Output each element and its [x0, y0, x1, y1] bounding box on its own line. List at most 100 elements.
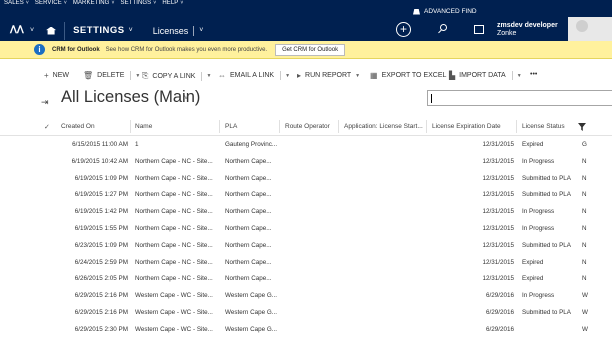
cell-truncated: N — [582, 225, 587, 232]
table-row[interactable]: 6/23/2015 1:09 PM Northern Cape - NC - Si… — [0, 238, 612, 255]
chevron-down-icon[interactable]: ▼ — [206, 73, 211, 79]
export-excel-button[interactable]: ▦ EXPORT TO EXCEL — [370, 71, 446, 80]
cell-name[interactable]: Northern Cape - NC - Site... — [135, 191, 213, 198]
cell-name[interactable]: Western Cape - WC - Site... — [135, 309, 213, 316]
avatar[interactable] — [568, 17, 612, 41]
table-row[interactable]: 6/26/2015 2:05 PM Northern Cape - NC - Si… — [0, 271, 612, 288]
create-plus-icon[interactable]: + — [396, 22, 411, 37]
user-info[interactable]: zmsdev developer Zonke — [497, 22, 558, 37]
import-data-button[interactable]: ▙ IMPORT DATA ▼ — [449, 71, 522, 80]
more-commands-button[interactable]: ••• — [530, 71, 537, 78]
cell-pla[interactable]: Northern Cape... — [225, 225, 272, 232]
chevron-down-icon[interactable]: ▼ — [517, 73, 522, 79]
delete-button[interactable]: 🗑 DELETE ▼ — [83, 71, 140, 80]
column-header[interactable]: Route Operator — [285, 123, 330, 130]
cell-pla[interactable]: Northern Cape... — [225, 208, 272, 215]
dynamics-logo-icon[interactable]: ᐱᐱ — [10, 25, 26, 36]
filter-icon[interactable] — [578, 123, 586, 131]
table-row[interactable]: 6/19/2015 1:55 PM Northern Cape - NC - Si… — [0, 221, 612, 238]
cell-pla[interactable]: Northern Cape... — [225, 259, 272, 266]
run-report-button[interactable]: ▸ RUN REPORT ▼ — [297, 71, 360, 80]
cell-pla[interactable]: Northern Cape... — [225, 275, 272, 282]
table-row[interactable]: 6/19/2015 10:42 AM Northern Cape - NC - S… — [0, 154, 612, 171]
chevron-down-icon[interactable]: ▼ — [355, 73, 360, 79]
divider — [193, 25, 195, 36]
menu-help[interactable]: HELP — [162, 0, 178, 14]
cell-truncated: N — [582, 157, 587, 165]
table-row[interactable]: 6/19/2015 1:42 PM Northern Cape - NC - Si… — [0, 204, 612, 221]
table-row[interactable]: 6/29/2015 2:16 PM Western Cape - WC - Sit… — [0, 305, 612, 322]
view-title[interactable]: All Licenses (Main) — [61, 88, 200, 107]
cell-pla[interactable]: Western Cape G... — [225, 309, 277, 316]
cell-pla[interactable]: Northern Cape... — [225, 158, 272, 165]
link-icon: ⇔ — [218, 71, 226, 80]
search-input[interactable] — [427, 90, 612, 106]
cell-truncated: W — [582, 292, 588, 300]
copy-icon: ⎘ — [142, 71, 149, 80]
email-link-button[interactable]: ⇔ EMAIL A LINK ▼ — [218, 71, 290, 80]
cell-name[interactable]: Western Cape - WC - Site... — [135, 326, 213, 333]
table-row[interactable]: 6/15/2015 11:00 AM 1 Gauteng Provinc... 12/… — [0, 137, 612, 154]
organization-name: Zonke — [497, 30, 517, 37]
cell-expiration-date: 6/29/2016 — [485, 325, 514, 333]
cell-pla[interactable]: Western Cape G... — [225, 292, 277, 299]
cell-expiration-date: 12/31/2015 — [482, 208, 514, 216]
chevron-down-icon: ˅ — [63, 0, 67, 6]
new-button[interactable]: + NEW — [44, 71, 69, 80]
chevron-down-icon[interactable]: ▼ — [135, 73, 140, 79]
menu-marketing[interactable]: MARKETING — [73, 0, 110, 14]
chevron-down-icon[interactable]: ˅ — [30, 27, 34, 34]
column-header[interactable]: Created On — [61, 123, 95, 130]
column-header[interactable]: Name — [135, 123, 152, 130]
table-row[interactable]: 6/24/2015 2:59 PM Northern Cape - NC - Si… — [0, 255, 612, 272]
breadcrumb-entity[interactable]: Licenses — [153, 26, 189, 36]
cell-name[interactable]: Northern Cape - NC - Site... — [135, 208, 213, 215]
copy-link-button[interactable]: ⎘ COPY A LINK ▼ — [142, 71, 211, 81]
cell-pla[interactable]: Northern Cape... — [225, 175, 272, 182]
menu-settings[interactable]: SETTINGS — [120, 0, 151, 14]
cell-name[interactable]: Northern Cape - NC - Site... — [135, 158, 213, 165]
cell-name[interactable]: Northern Cape - NC - Site... — [135, 275, 213, 282]
cell-name[interactable]: Northern Cape - NC - Site... — [135, 259, 213, 266]
table-row[interactable]: 6/19/2015 1:09 PM Northern Cape - NC - Si… — [0, 171, 612, 188]
cell-name[interactable]: Northern Cape - NC - Site... — [135, 175, 213, 182]
cell-created-on: 6/19/2015 1:42 PM — [74, 208, 128, 216]
get-crm-outlook-button[interactable]: Get CRM for Outlook — [275, 43, 346, 56]
chevron-down-icon[interactable]: ˅ — [129, 27, 133, 34]
select-all-checkbox[interactable]: ✓ — [44, 123, 50, 131]
table-row[interactable]: 6/29/2015 2:16 PM Western Cape - WC - Sit… — [0, 288, 612, 305]
grid-header: ✓ Created On Name PLA Route Operator App… — [0, 118, 612, 136]
cell-name[interactable]: Northern Cape - NC - Site... — [135, 225, 213, 232]
settings-nav[interactable]: SETTINGS — [73, 25, 125, 36]
chevron-down-icon: ˅ — [180, 0, 184, 6]
cell-pla[interactable]: Gauteng Provinc... — [225, 141, 277, 148]
chevron-down-icon[interactable]: ˅ — [184, 95, 188, 102]
column-header[interactable]: License Expiration Date — [432, 123, 501, 130]
chevron-down-icon[interactable]: ˅ — [199, 27, 203, 34]
table-row[interactable]: 6/19/2015 1:27 PM Northern Cape - NC - Si… — [0, 187, 612, 204]
column-header[interactable]: PLA — [225, 123, 237, 130]
cell-pla[interactable]: Western Cape G... — [225, 326, 277, 333]
email-link-label: EMAIL A LINK — [230, 72, 275, 79]
cell-truncated: G — [582, 141, 587, 148]
cell-pla[interactable]: Northern Cape... — [225, 242, 272, 249]
table-row[interactable]: 6/29/2015 2:30 PM Western Cape - WC - Sit… — [0, 322, 612, 339]
cell-name[interactable]: 1 — [135, 141, 139, 148]
advanced-find-button[interactable]: ADVANCED FIND — [413, 8, 477, 15]
recent-items-icon[interactable] — [474, 25, 484, 34]
cell-expiration-date: 12/31/2015 — [482, 275, 514, 283]
home-icon[interactable] — [46, 26, 57, 35]
menu-sales[interactable]: SALES — [4, 0, 24, 14]
menu-service[interactable]: SERVICE — [35, 0, 62, 14]
export-excel-label: EXPORT TO EXCEL — [381, 72, 447, 79]
cell-name[interactable]: Northern Cape - NC - Site... — [135, 242, 213, 249]
cell-pla[interactable]: Northern Cape... — [225, 191, 272, 198]
chevron-down-icon[interactable]: ▼ — [285, 73, 290, 79]
search-icon[interactable] — [438, 24, 448, 34]
user-name: zmsdev developer — [497, 22, 558, 29]
column-header[interactable]: Application: License Start... — [344, 123, 423, 130]
pin-icon[interactable]: ⇥ — [41, 97, 49, 108]
column-header[interactable]: License Status — [522, 123, 565, 130]
cell-expiration-date: 6/29/2016 — [485, 292, 514, 300]
cell-name[interactable]: Western Cape - WC - Site... — [135, 292, 213, 299]
